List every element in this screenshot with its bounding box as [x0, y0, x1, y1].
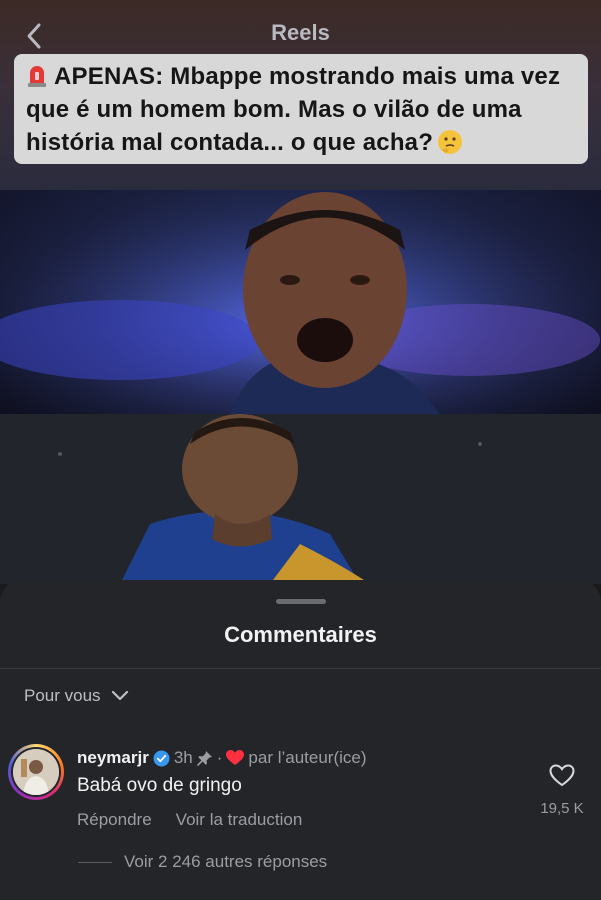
comment-username[interactable]: neymarjr [77, 748, 149, 768]
replies-divider [78, 861, 112, 863]
meta-separator: · [216, 748, 223, 767]
reel-caption: APENAS: Mbappe mostrando mais uma vez qu… [14, 54, 588, 164]
comments-filter-dropdown[interactable]: Pour vous [24, 686, 129, 706]
chevron-down-icon [111, 690, 128, 701]
player-face-image [0, 190, 601, 414]
reel-video-frame-bottom[interactable] [0, 414, 601, 584]
author-liked-label: par l’auteur(ice) [248, 748, 367, 767]
siren-icon [28, 66, 46, 87]
see-translation-button[interactable]: Voir la traduction [176, 810, 303, 830]
view-replies-button[interactable]: Voir 2 246 autres réponses [78, 852, 327, 872]
sheet-title: Commentaires [224, 622, 377, 647]
like-count: 19,5 K [540, 800, 584, 817]
comments-sheet: Commentaires Pour vous neymarjr 3h · par… [0, 580, 601, 900]
divider [0, 668, 601, 669]
reel-video-frame-top[interactable] [0, 190, 601, 414]
player-back-image [0, 414, 601, 584]
verified-badge-icon [153, 750, 170, 766]
pin-icon [196, 751, 212, 766]
avatar-image [13, 749, 59, 795]
comment-actions: Répondre Voir la traduction [77, 810, 302, 830]
avatar[interactable] [8, 744, 64, 800]
reel-header-area: Reels APENAS: Mbappe mostrando mais uma … [0, 0, 601, 190]
heart-filled-icon [226, 750, 245, 765]
reply-button[interactable]: Répondre [77, 810, 152, 830]
filter-label: Pour vous [24, 686, 101, 705]
comment-time: 3h [173, 748, 193, 767]
heart-outline-icon[interactable] [549, 764, 575, 787]
caption-text: APENAS: Mbappe mostrando mais uma vez qu… [26, 63, 561, 156]
thinking-face-icon [438, 130, 463, 154]
view-replies-label: Voir 2 246 autres réponses [124, 852, 328, 871]
comment-like: 19,5 K [532, 764, 592, 817]
page-title: Reels [271, 20, 330, 45]
comment-text: Babá ovo de gringo [77, 775, 242, 796]
comment-meta: neymarjr 3h · par l’auteur(ice) [77, 748, 367, 768]
sheet-drag-handle[interactable] [276, 599, 326, 604]
